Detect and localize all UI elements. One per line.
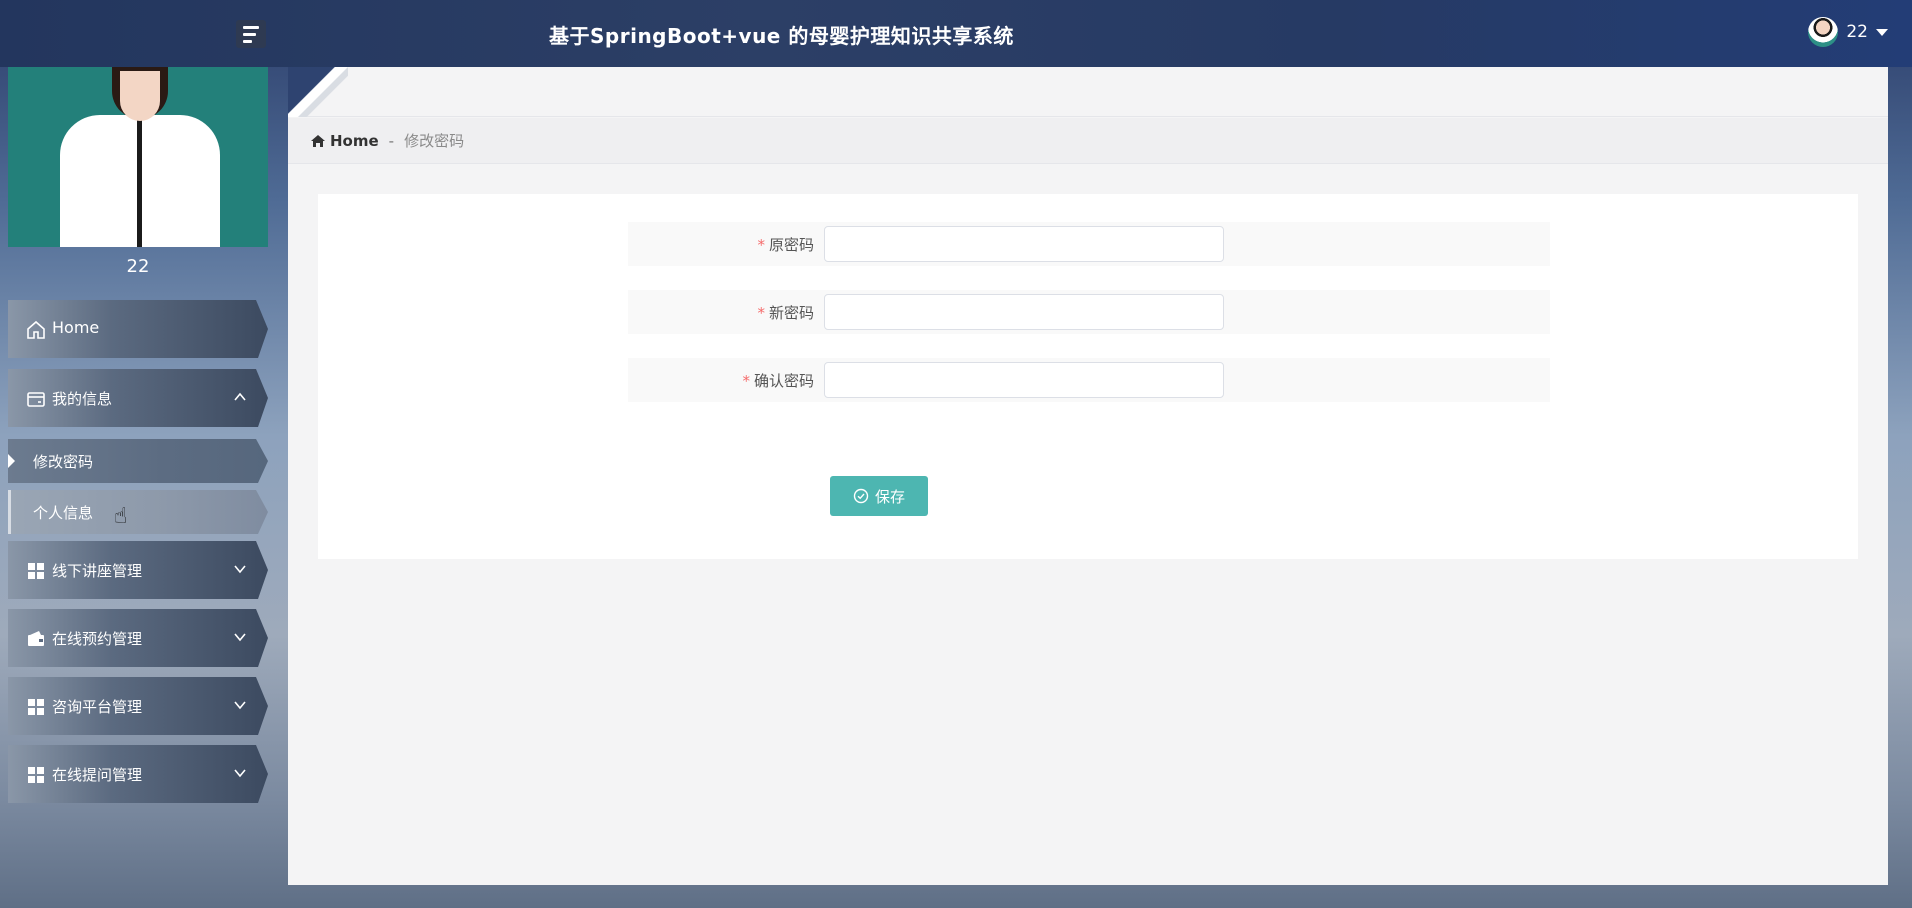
save-button[interactable]: 保存 bbox=[830, 476, 928, 516]
user-menu[interactable]: 22 bbox=[1808, 17, 1888, 47]
form-row-new-password: * 新密码 bbox=[628, 290, 1550, 334]
sidebar-item-my-info[interactable]: 我的信息 bbox=[8, 369, 268, 427]
sidebar-item-label: 在线提问管理 bbox=[52, 766, 143, 784]
password-form: * 原密码 * 新密码 * 确认密码 保存 bbox=[318, 194, 1858, 559]
user-name: 22 bbox=[1846, 22, 1868, 42]
new-password-input[interactable] bbox=[824, 294, 1224, 330]
wallet-icon bbox=[28, 631, 44, 646]
sidebar-item-offline-lecture[interactable]: 线下讲座管理 bbox=[8, 541, 268, 599]
sidebar-item-label: 我的信息 bbox=[52, 390, 113, 408]
menu-toggle-button[interactable] bbox=[236, 20, 266, 48]
form-row-confirm-password: * 确认密码 bbox=[628, 358, 1550, 402]
sidebar-subitem-label: 个人信息 bbox=[33, 504, 94, 522]
required-mark: * bbox=[757, 304, 765, 322]
sidebar-item-consult-platform[interactable]: 咨询平台管理 bbox=[8, 677, 268, 735]
chevron-down-icon bbox=[234, 701, 246, 710]
home-icon bbox=[311, 134, 325, 147]
caret-down-icon bbox=[1876, 28, 1888, 36]
field-label: * 新密码 bbox=[757, 304, 814, 322]
required-mark: * bbox=[742, 372, 750, 390]
chevron-down-icon bbox=[234, 633, 246, 642]
sidebar-subitem-personal-info[interactable]: 个人信息 bbox=[8, 490, 268, 534]
menu-bar-line bbox=[243, 25, 259, 29]
sidebar-item-label: 线下讲座管理 bbox=[52, 562, 143, 580]
sidebar-subitem-label: 修改密码 bbox=[33, 453, 94, 471]
field-label: * 原密码 bbox=[757, 236, 814, 254]
user-avatar bbox=[1808, 17, 1839, 47]
breadcrumb: Home - 修改密码 bbox=[288, 118, 1888, 164]
sidebar-subitem-change-password[interactable]: 修改密码 bbox=[8, 439, 268, 483]
menu-bar-line bbox=[243, 39, 252, 43]
home-icon bbox=[27, 320, 45, 339]
sidebar-item-home[interactable]: Home bbox=[8, 300, 268, 358]
old-password-input[interactable] bbox=[824, 226, 1224, 262]
save-button-label: 保存 bbox=[874, 488, 905, 506]
breadcrumb-current: 修改密码 bbox=[404, 132, 465, 150]
chevron-down-icon bbox=[234, 769, 246, 778]
breadcrumb-separator: - bbox=[388, 131, 395, 150]
grid-icon bbox=[28, 563, 44, 579]
main-panel: Home - 修改密码 * 原密码 * 新密码 * 确认密码 保存 bbox=[288, 67, 1888, 885]
sidebar-item-label: Home bbox=[52, 318, 100, 337]
sidebar: 22 Home 我的信息 修改密码 个人信息 线下讲座管理 在线预约管理 咨询平… bbox=[0, 67, 280, 908]
check-circle-icon bbox=[853, 488, 869, 504]
grid-icon bbox=[28, 767, 44, 783]
chevron-up-icon bbox=[234, 392, 246, 401]
profile-photo bbox=[8, 67, 268, 247]
menu-bar-line bbox=[243, 32, 256, 36]
sidebar-item-online-booking[interactable]: 在线预约管理 bbox=[8, 609, 268, 667]
confirm-password-input[interactable] bbox=[824, 362, 1224, 398]
top-header: 基于SpringBoot+vue 的母婴护理知识共享系统 22 bbox=[0, 0, 1912, 67]
wallet-card-icon bbox=[27, 392, 45, 407]
form-row-old-password: * 原密码 bbox=[628, 222, 1550, 266]
tab-strip bbox=[288, 67, 1888, 117]
sidebar-item-label: 咨询平台管理 bbox=[52, 698, 143, 716]
active-marker bbox=[8, 454, 15, 468]
breadcrumb-home-link[interactable]: Home bbox=[330, 132, 379, 150]
profile-name: 22 bbox=[126, 256, 150, 277]
page-curl-decoration bbox=[288, 67, 348, 117]
grid-icon bbox=[28, 699, 44, 715]
sidebar-item-online-question[interactable]: 在线提问管理 bbox=[8, 745, 268, 803]
sidebar-item-label: 在线预约管理 bbox=[52, 630, 143, 648]
chevron-down-icon bbox=[234, 565, 246, 574]
field-label: * 确认密码 bbox=[742, 372, 814, 390]
required-mark: * bbox=[757, 236, 765, 254]
app-title: 基于SpringBoot+vue 的母婴护理知识共享系统 bbox=[549, 24, 1014, 48]
